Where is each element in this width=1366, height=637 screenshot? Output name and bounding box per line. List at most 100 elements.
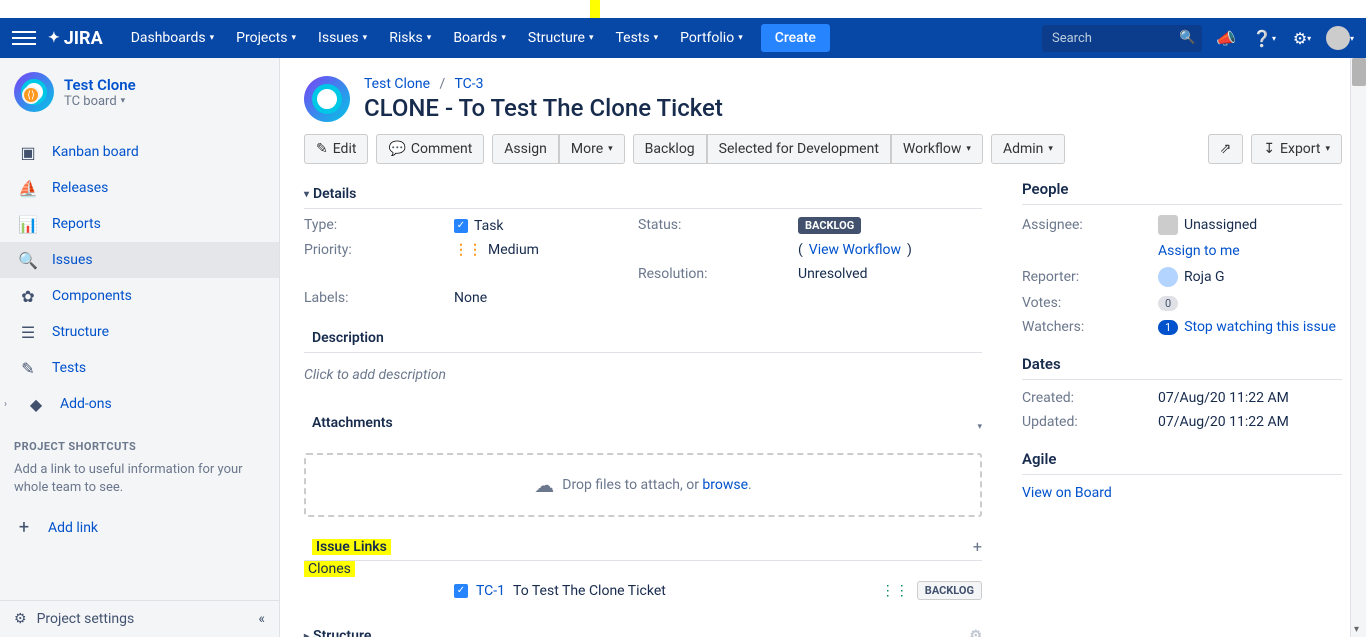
linked-issue-status: BACKLOG <box>917 581 982 600</box>
structure-settings-icon[interactable]: ⚙ <box>969 628 982 637</box>
project-name[interactable]: Test Clone <box>64 76 136 94</box>
assignee-value[interactable]: Unassigned <box>1158 215 1342 235</box>
board-selector[interactable]: TC board▾ <box>64 94 136 109</box>
attachment-dropzone[interactable]: ☁ Drop files to attach, or browse. <box>304 453 982 517</box>
scrollbar-thumb[interactable] <box>1352 58 1366 86</box>
hamburger-menu-icon[interactable] <box>12 26 36 50</box>
top-navigation: ✦ JIRA Dashboards▾Projects▾Issues▾Risks▾… <box>0 18 1366 58</box>
comment-button[interactable]: 💬Comment <box>376 134 484 164</box>
linked-issue-key[interactable]: TC-1 <box>476 583 505 599</box>
collapse-sidebar-icon[interactable]: « <box>258 611 265 627</box>
plus-icon: + <box>14 517 34 538</box>
attachments-menu-icon[interactable]: ▾ <box>977 422 982 432</box>
nav-item-tests[interactable]: Tests▾ <box>605 18 668 58</box>
nav-item-risks[interactable]: Risks▾ <box>379 18 441 58</box>
chart-icon: 📊 <box>18 214 38 234</box>
nav-item-dashboards[interactable]: Dashboards▾ <box>121 18 224 58</box>
search-box: 🔍 <box>1042 25 1202 52</box>
sidebar-item-components[interactable]: ✿Components <box>0 278 279 314</box>
edit-button[interactable]: ✎Edit <box>304 134 368 164</box>
jira-logo-icon: ✦ <box>48 30 60 46</box>
sidebar-item-tests[interactable]: ✎Tests <box>0 350 279 386</box>
add-link-icon[interactable]: + <box>973 537 982 556</box>
assign-button[interactable]: Assign <box>492 134 559 164</box>
user-avatar[interactable]: ▾ <box>1326 24 1354 52</box>
sidebar-item-reports[interactable]: 📊Reports <box>0 206 279 242</box>
search-input[interactable] <box>1042 25 1202 52</box>
link-group-clones: Clones <box>304 561 355 577</box>
stop-watching-link[interactable]: Stop watching this issue <box>1184 319 1336 335</box>
add-link-button[interactable]: + Add link <box>14 507 265 548</box>
task-icon: ✓ <box>454 584 468 598</box>
agile-heading: Agile <box>1022 450 1342 475</box>
drop-text: Drop files to attach, or <box>562 477 702 493</box>
help-icon[interactable]: ❔▾ <box>1250 24 1278 52</box>
share-button[interactable]: ⇗ <box>1208 134 1244 164</box>
breadcrumb-separator: / <box>434 76 452 92</box>
updated-value: 07/Aug/20 11:22 AM <box>1158 414 1342 430</box>
assign-to-me-link[interactable]: Assign to me <box>1158 243 1342 259</box>
reporter-label: Reporter: <box>1022 269 1152 285</box>
search-icon: 🔍 <box>18 250 38 270</box>
project-settings-link[interactable]: ⚙ Project settings <box>14 611 134 627</box>
jira-logo[interactable]: ✦ JIRA <box>48 28 103 49</box>
structure-section-header[interactable]: ▸ Structure ⚙ <box>304 622 982 637</box>
attachments-heading: Attachments <box>304 409 977 437</box>
announcement-icon[interactable]: 📣 <box>1212 24 1240 52</box>
tests-icon: ✎ <box>18 358 38 378</box>
type-value[interactable]: ✓Task <box>454 217 638 234</box>
create-button[interactable]: Create <box>761 24 830 52</box>
comment-icon: 💬 <box>388 141 405 157</box>
toggle-arrow-icon: ▾ <box>304 189 309 200</box>
nav-item-boards[interactable]: Boards▾ <box>443 18 516 58</box>
linked-issue-row[interactable]: ✓ TC-1 To Test The Clone Ticket ⋮⋮ BACKL… <box>304 577 982 604</box>
description-body[interactable]: Click to add description <box>304 361 982 389</box>
priority-value[interactable]: ⋮⋮Medium <box>454 242 638 258</box>
workflow-button[interactable]: Workflow ▾ <box>891 134 983 164</box>
sidebar-item-add-ons[interactable]: ›◆Add-ons <box>0 386 279 422</box>
highlight-marker <box>590 0 600 18</box>
linked-issue-summary: To Test The Clone Ticket <box>513 583 666 599</box>
project-settings-label: Project settings <box>37 611 135 627</box>
vertical-scrollbar[interactable]: ▾ <box>1350 58 1366 637</box>
browse-link[interactable]: browse <box>702 477 748 493</box>
sidebar-item-issues[interactable]: 🔍Issues <box>0 242 279 278</box>
export-button[interactable]: ↧ Export ▾ <box>1251 134 1342 164</box>
breadcrumb: Test Clone / TC-3 <box>364 76 723 92</box>
assignee-label: Assignee: <box>1022 217 1152 233</box>
settings-gear-icon[interactable]: ⚙▾ <box>1288 24 1316 52</box>
pencil-icon: ✎ <box>316 141 328 157</box>
type-label: Type: <box>304 217 454 234</box>
scroll-down-icon[interactable]: ▾ <box>1354 624 1359 635</box>
nav-item-issues[interactable]: Issues▾ <box>308 18 377 58</box>
dates-heading: Dates <box>1022 355 1342 380</box>
votes-label: Votes: <box>1022 295 1152 311</box>
sidebar-item-releases[interactable]: ⛵Releases <box>0 170 279 206</box>
admin-button[interactable]: Admin ▾ <box>991 134 1065 164</box>
votes-count: 0 <box>1158 296 1178 311</box>
issue-links-heading: Issue Links <box>312 539 391 555</box>
add-link-label: Add link <box>48 520 98 536</box>
sidebar-item-structure[interactable]: ☰Structure <box>0 314 279 350</box>
sidebar-item-kanban-board[interactable]: ▣Kanban board <box>0 134 279 170</box>
reporter-value[interactable]: Roja G <box>1158 267 1342 287</box>
nav-item-portfolio[interactable]: Portfolio▾ <box>670 18 753 58</box>
share-icon: ⇗ <box>1220 141 1232 157</box>
search-icon[interactable]: 🔍 <box>1179 31 1196 46</box>
labels-value[interactable]: None <box>454 290 638 306</box>
backlog-status-button[interactable]: Backlog <box>633 134 707 164</box>
addons-icon: ◆ <box>26 394 46 414</box>
board-icon: ▣ <box>18 142 38 162</box>
nav-item-structure[interactable]: Structure▾ <box>518 18 604 58</box>
selected-for-dev-button[interactable]: Selected for Development <box>707 134 891 164</box>
resolution-label: Resolution: <box>638 266 798 282</box>
nav-item-projects[interactable]: Projects▾ <box>226 18 306 58</box>
view-workflow-link[interactable]: View Workflow <box>809 242 901 258</box>
breadcrumb-project[interactable]: Test Clone <box>364 76 430 92</box>
more-button[interactable]: More ▾ <box>559 134 625 164</box>
details-fields: Type: ✓Task Status: BACKLOG Priority: ⋮⋮… <box>304 217 982 306</box>
structure-icon: ☰ <box>18 322 38 342</box>
details-section-header[interactable]: ▾ Details <box>304 180 982 209</box>
breadcrumb-issue-key[interactable]: TC-3 <box>455 76 484 92</box>
view-on-board-link[interactable]: View on Board <box>1022 485 1342 501</box>
